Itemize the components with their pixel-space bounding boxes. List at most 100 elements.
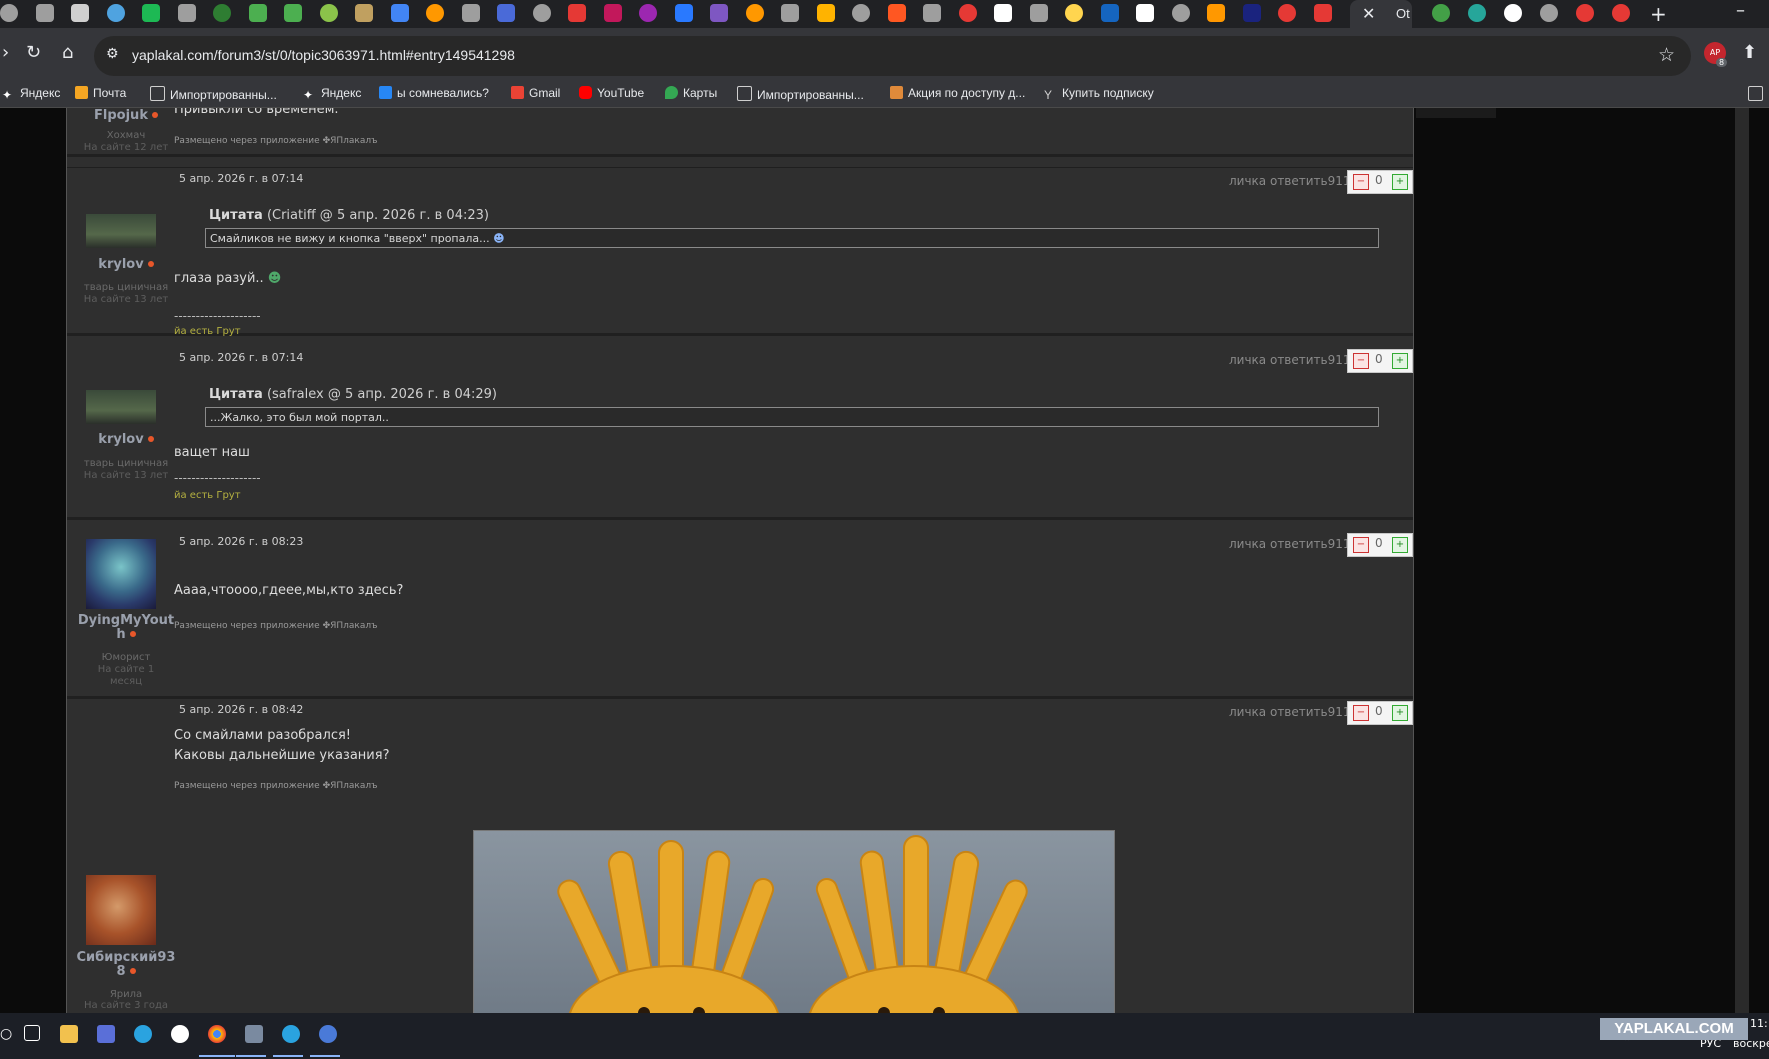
site-info-icon[interactable]: ⚙ xyxy=(106,46,119,62)
tab-favicon-icon[interactable] xyxy=(958,4,977,22)
tab-favicon-icon[interactable] xyxy=(852,4,870,22)
post-author[interactable]: DyingMyYout h xyxy=(71,614,181,642)
post-author[interactable]: Сибирский93 8 xyxy=(71,951,181,979)
bookmark-vk[interactable]: ы сомневались? xyxy=(379,86,489,100)
post-actions[interactable]: личка ответить911 xyxy=(1229,353,1351,367)
tab-favicon-icon[interactable] xyxy=(1432,4,1450,22)
telegram-icon[interactable] xyxy=(134,1025,152,1043)
tab-favicon-icon[interactable] xyxy=(639,4,657,22)
tab-favicon-icon[interactable] xyxy=(497,4,515,22)
tab-favicon-icon[interactable] xyxy=(213,4,231,22)
tab-favicon-icon[interactable] xyxy=(355,4,373,22)
post-actions[interactable]: личка ответить911 xyxy=(1229,537,1351,551)
minimize-icon[interactable]: – xyxy=(1736,0,1745,21)
address-bar[interactable]: ⚙ yaplakal.com/forum3/st/0/topic3063971.… xyxy=(94,36,1691,76)
post-author[interactable]: Flpojuk xyxy=(71,108,181,123)
tab-favicon-icon[interactable] xyxy=(994,4,1012,22)
app-round-icon[interactable] xyxy=(319,1025,337,1043)
tab-favicon-icon[interactable] xyxy=(1278,4,1296,22)
vote-up-icon[interactable]: + xyxy=(1392,705,1408,721)
bookmark-yandex[interactable]: ✦ Яндекс xyxy=(2,86,60,102)
tab-favicon-icon[interactable] xyxy=(781,4,799,22)
search-icon[interactable]: ○ xyxy=(0,1026,18,1044)
tray-time[interactable]: 11: xyxy=(1750,1017,1768,1030)
bookmark-subscribe[interactable]: Y Купить подписку xyxy=(1044,86,1154,102)
vote-down-icon[interactable]: − xyxy=(1353,537,1369,553)
tab-favicon-icon[interactable] xyxy=(142,4,160,22)
tab-favicon-icon[interactable] xyxy=(1029,4,1048,22)
bookmark-youtube[interactable]: YouTube xyxy=(579,86,644,100)
bookmark-imported-2[interactable]: Импортированны... xyxy=(737,86,864,102)
tab-favicon-icon[interactable] xyxy=(1612,4,1630,22)
tab-favicon-icon[interactable] xyxy=(1468,4,1486,22)
telegram-2-icon[interactable] xyxy=(282,1025,300,1043)
tab-favicon-icon[interactable] xyxy=(1576,4,1594,22)
whatsapp-icon[interactable] xyxy=(171,1025,189,1043)
tab-favicon-icon[interactable] xyxy=(106,4,125,22)
app-window-icon[interactable] xyxy=(245,1025,263,1043)
post-author[interactable]: krylov xyxy=(71,257,181,272)
avatar[interactable] xyxy=(86,390,156,424)
bookmark-promo[interactable]: Акция по доступу д... xyxy=(890,86,1025,100)
tab-favicon-icon[interactable] xyxy=(426,4,444,22)
tab-favicon-icon[interactable] xyxy=(284,4,302,22)
explorer-icon[interactable] xyxy=(60,1025,78,1043)
vote-up-icon[interactable]: + xyxy=(1392,537,1408,553)
back-icon[interactable]: › xyxy=(2,42,9,63)
tab-favicon-icon[interactable] xyxy=(0,4,18,22)
post-actions[interactable]: личка ответить911 xyxy=(1229,705,1351,719)
new-tab-button[interactable]: + xyxy=(1650,2,1667,26)
vote-down-icon[interactable]: − xyxy=(1353,353,1369,369)
bookmark-star-icon[interactable]: ☆ xyxy=(1658,44,1675,66)
tab-favicon-icon[interactable] xyxy=(1065,4,1083,22)
tab-favicon-icon[interactable] xyxy=(461,4,480,22)
vote-down-icon[interactable]: − xyxy=(1353,705,1369,721)
tab-favicon-icon[interactable] xyxy=(923,4,941,22)
tab-favicon-icon[interactable] xyxy=(71,4,89,22)
bookmark-gmail[interactable]: Gmail xyxy=(511,86,560,100)
home-icon[interactable]: ⌂ xyxy=(62,42,73,63)
other-bookmarks-folder-icon[interactable] xyxy=(1748,86,1768,102)
bookmark-imported-1[interactable]: Импортированны... xyxy=(150,86,277,102)
tab-favicon-icon[interactable] xyxy=(319,4,338,22)
task-view-icon[interactable] xyxy=(24,1025,40,1041)
url-text[interactable]: yaplakal.com/forum3/st/0/topic3063971.ht… xyxy=(132,47,515,63)
avatar[interactable] xyxy=(86,875,156,945)
app-save-icon[interactable] xyxy=(97,1025,115,1043)
bookmark-maps[interactable]: Карты xyxy=(665,86,717,100)
tab-favicon-icon[interactable] xyxy=(1171,4,1190,22)
tab-favicon-icon[interactable] xyxy=(177,4,196,22)
tab-favicon-icon[interactable] xyxy=(816,4,835,22)
vote-down-icon[interactable]: − xyxy=(1353,174,1369,190)
tab-favicon-icon[interactable] xyxy=(568,4,586,22)
vote-up-icon[interactable]: + xyxy=(1392,174,1408,190)
tab-favicon-icon[interactable] xyxy=(1207,4,1225,22)
tab-favicon-icon[interactable] xyxy=(1100,4,1119,22)
chrome-icon[interactable] xyxy=(208,1025,226,1043)
tab-favicon-icon[interactable] xyxy=(1504,4,1522,22)
post-author[interactable]: krylov xyxy=(71,432,181,447)
tab-favicon-icon[interactable] xyxy=(887,4,906,22)
vote-up-icon[interactable]: + xyxy=(1392,353,1408,369)
post-image[interactable] xyxy=(473,830,1115,1013)
bookmark-pochta[interactable]: Почта xyxy=(75,86,126,100)
tab-favicon-icon[interactable] xyxy=(1540,4,1558,22)
avatar[interactable] xyxy=(86,214,156,248)
tab-favicon-icon[interactable] xyxy=(674,4,693,22)
tab-favicon-icon[interactable] xyxy=(1136,4,1154,22)
page-scrollbar[interactable] xyxy=(1735,108,1749,1013)
tab-favicon-icon[interactable] xyxy=(35,4,54,22)
extensions-icon[interactable]: ⬆ xyxy=(1742,42,1757,63)
tab-favicon-icon[interactable] xyxy=(745,4,764,22)
avatar[interactable] xyxy=(86,539,156,609)
tab-favicon-icon[interactable] xyxy=(1313,4,1332,22)
tab-close-icon[interactable]: ✕ xyxy=(1362,4,1375,23)
tab-favicon-icon[interactable] xyxy=(603,4,622,22)
tab-favicon-icon[interactable] xyxy=(532,4,551,22)
tab-favicon-icon[interactable] xyxy=(390,4,409,22)
tab-favicon-icon[interactable] xyxy=(710,4,728,22)
tab-favicon-icon[interactable] xyxy=(248,4,267,22)
tab-favicon-icon[interactable] xyxy=(1242,4,1261,22)
reload-icon[interactable]: ↻ xyxy=(26,42,41,63)
bookmark-yandex-2[interactable]: ✦ Яндекс xyxy=(303,86,361,102)
